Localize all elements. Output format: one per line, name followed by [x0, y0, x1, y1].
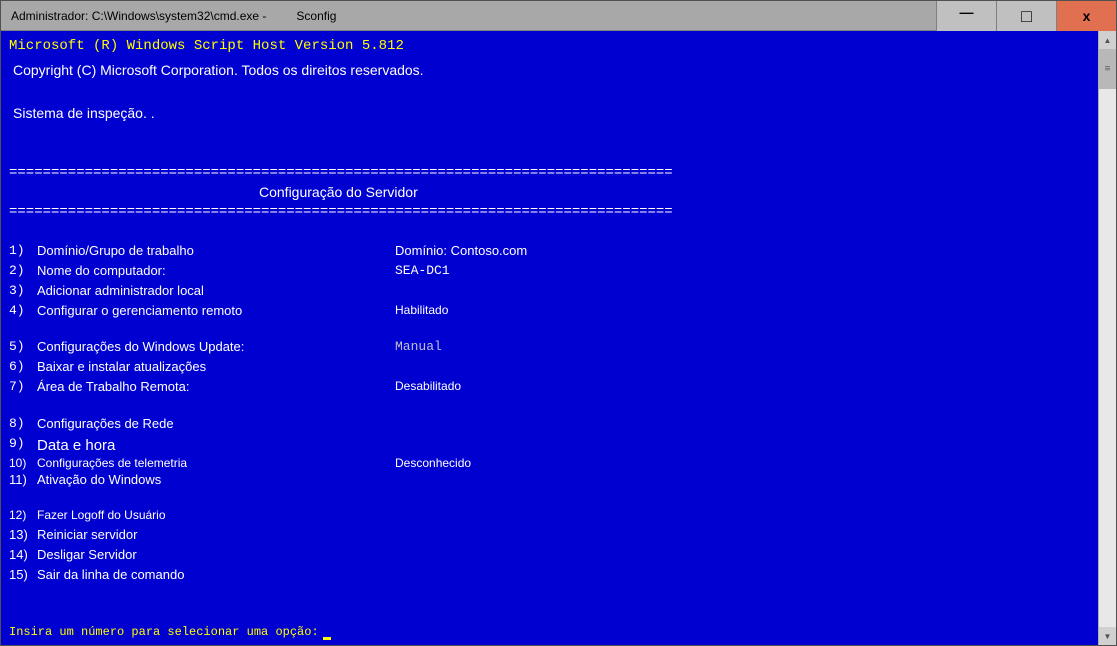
menu-label: Baixar e instalar atualizações [37, 357, 395, 377]
menu-item: 1)Domínio/Grupo de trabalhoDomínio: Cont… [9, 241, 1090, 261]
menu-item: 12)Fazer Logoff do Usuário [9, 506, 1090, 525]
menu-number: 8) [9, 414, 37, 434]
menu-label: Sair da linha de comando [37, 565, 395, 585]
menu-number: 15) [9, 565, 37, 585]
menu-number: 13) [9, 525, 37, 545]
menu-value: Desabilitado [395, 377, 461, 397]
script-host-header: Microsoft (R) Windows Script Host Versio… [9, 37, 1090, 57]
menu-list: 1)Domínio/Grupo de trabalhoDomínio: Cont… [9, 223, 1090, 586]
title-path: Administrador: C:\Windows\system32\cmd.e… [11, 9, 266, 23]
menu-label: Desligar Servidor [37, 545, 395, 565]
menu-value: Desconhecido [395, 457, 471, 470]
menu-item: 8)Configurações de Rede [9, 414, 1090, 434]
menu-label: Configurações de Rede [37, 414, 395, 434]
menu-spacer [9, 398, 1090, 414]
menu-item: 2)Nome do computador:SEA-DC1 [9, 261, 1090, 281]
app-window: Administrador: C:\Windows\system32\cmd.e… [0, 0, 1117, 646]
menu-item: 5)Configurações do Windows Update:Manual [9, 337, 1090, 357]
menu-label: Configurações de telemetria [37, 457, 395, 470]
menu-label: Nome do computador: [37, 261, 395, 281]
menu-number: 9) [9, 434, 37, 457]
menu-item: 10)Configurações de telemetriaDesconheci… [9, 457, 1090, 470]
menu-item: 11)Ativação do Windows [9, 470, 1090, 490]
menu-label: Configurar o gerenciamento remoto [37, 301, 395, 321]
menu-item: 4)Configurar o gerenciamento remotoHabil… [9, 301, 1090, 321]
menu-number: 11) [9, 470, 37, 490]
inspect-line: Sistema de inspeção. . [9, 80, 1090, 124]
menu-label: Domínio/Grupo de trabalho [37, 241, 395, 261]
menu-spacer [9, 490, 1090, 506]
menu-label: Data e hora [37, 434, 395, 457]
input-prompt: Insira um número para selecionar uma opç… [9, 624, 331, 641]
menu-label: Ativação do Windows [37, 470, 395, 490]
menu-number: 10) [9, 457, 37, 470]
menu-number: 6) [9, 357, 37, 377]
menu-number: 1) [9, 241, 37, 261]
close-button[interactable]: x [1056, 1, 1116, 31]
minimize-icon: — [960, 4, 974, 20]
menu-label: Configurações do Windows Update: [37, 337, 395, 357]
menu-item: 14)Desligar Servidor [9, 545, 1090, 565]
minimize-button[interactable]: — [936, 1, 996, 31]
vertical-scrollbar[interactable]: ▲ ▼ [1098, 31, 1116, 645]
copyright-line: Copyright (C) Microsoft Corporation. Tod… [9, 57, 1090, 81]
maximize-icon: □ [1021, 6, 1032, 27]
menu-value: Habilitado [395, 301, 448, 321]
maximize-button[interactable]: □ [996, 1, 1056, 31]
menu-number: 7) [9, 377, 37, 397]
cursor-icon [323, 637, 331, 640]
console-output[interactable]: Microsoft (R) Windows Script Host Versio… [1, 31, 1098, 645]
menu-item: 9)Data e hora [9, 434, 1090, 457]
menu-item: 3)Adicionar administrador local [9, 281, 1090, 301]
divider-top: ========================================… [9, 164, 1090, 184]
prompt-text: Insira um número para selecionar uma opç… [9, 625, 319, 639]
titlebar-text: Administrador: C:\Windows\system32\cmd.e… [1, 9, 336, 23]
scroll-down-button[interactable]: ▼ [1099, 627, 1116, 645]
menu-label: Área de Trabalho Remota: [37, 377, 395, 397]
content-area: Microsoft (R) Windows Script Host Versio… [1, 31, 1116, 645]
menu-number: 3) [9, 281, 37, 301]
menu-item: 7)Área de Trabalho Remota:Desabilitado [9, 377, 1090, 397]
title-app: Sconfig [296, 9, 336, 23]
menu-label: Fazer Logoff do Usuário [37, 506, 395, 525]
menu-number: 2) [9, 261, 37, 281]
menu-item: 6)Baixar e instalar atualizações [9, 357, 1090, 377]
menu-value: Domínio: Contoso.com [395, 241, 527, 261]
menu-label: Reiniciar servidor [37, 525, 395, 545]
close-icon: x [1083, 8, 1091, 24]
menu-number: 4) [9, 301, 37, 321]
menu-number: 5) [9, 337, 37, 357]
menu-number: 14) [9, 545, 37, 565]
scroll-thumb[interactable] [1099, 49, 1116, 89]
menu-value: SEA-DC1 [395, 261, 450, 281]
menu-spacer [9, 321, 1090, 337]
menu-item: 13)Reiniciar servidor [9, 525, 1090, 545]
titlebar[interactable]: Administrador: C:\Windows\system32\cmd.e… [1, 1, 1116, 31]
menu-value: Manual [395, 337, 442, 357]
divider-bottom: ========================================… [9, 203, 1090, 223]
menu-number: 12) [9, 506, 37, 525]
menu-label: Adicionar administrador local [37, 281, 395, 301]
scroll-up-button[interactable]: ▲ [1099, 31, 1116, 49]
window-controls: — □ x [936, 1, 1116, 31]
menu-item: 15)Sair da linha de comando [9, 565, 1090, 585]
section-title: Configuração do Servidor [9, 183, 1090, 203]
